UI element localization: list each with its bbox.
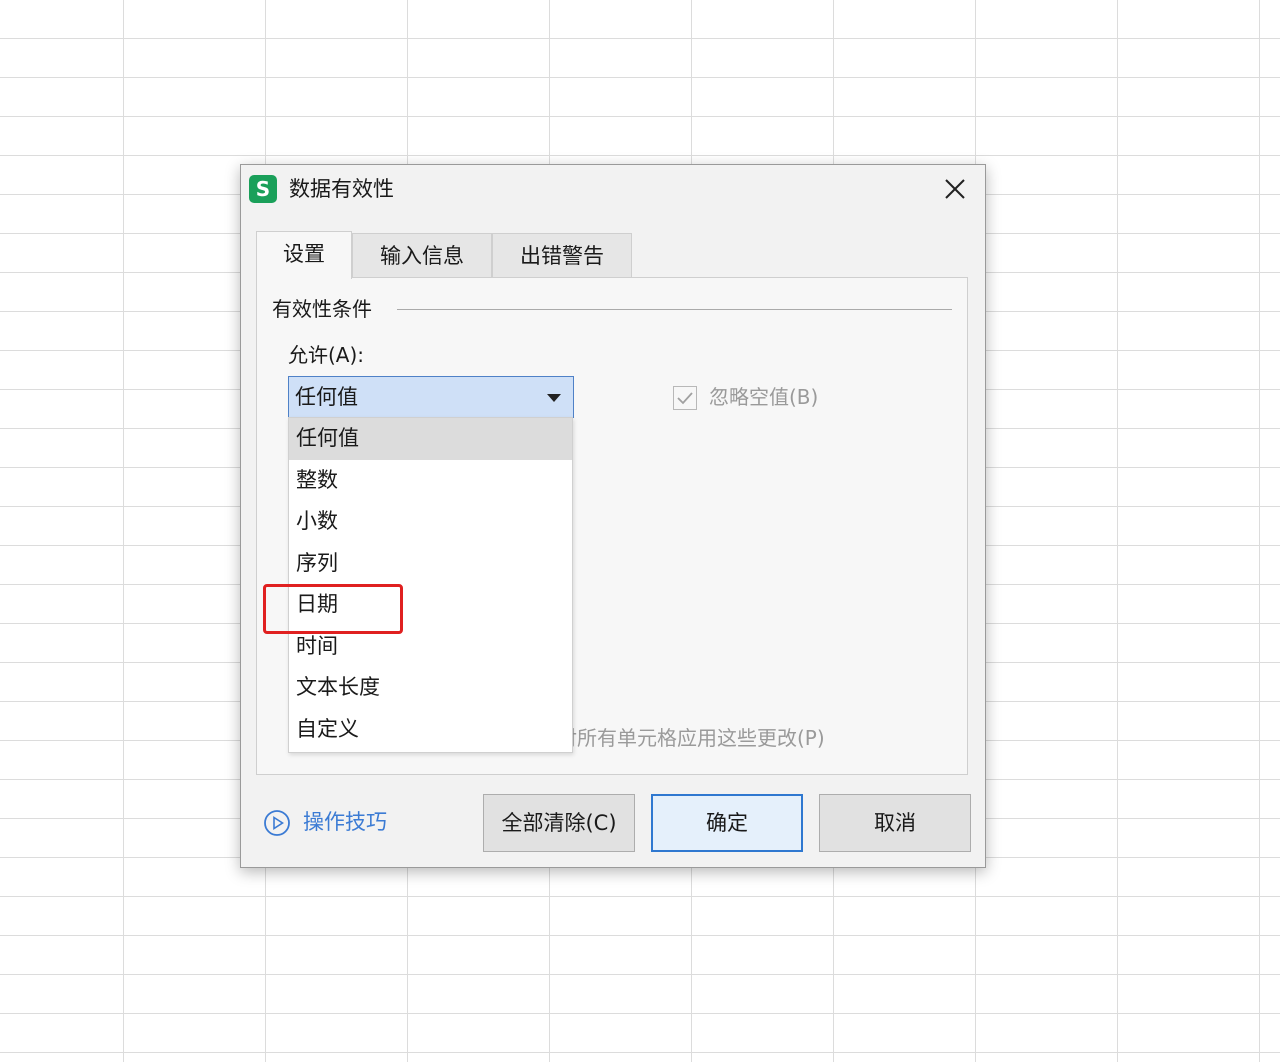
data-validation-dialog: S 数据有效性 设置 输入信息 出错警告 有效性条件 允许(A): 任何值 忽略… bbox=[240, 164, 986, 868]
dialog-titlebar: S 数据有效性 bbox=[241, 165, 985, 215]
cancel-button[interactable]: 取消 bbox=[819, 794, 971, 852]
dropdown-item-any-value[interactable]: 任何值 bbox=[289, 418, 572, 460]
allow-label: 允许(A): bbox=[288, 343, 365, 367]
dropdown-item-list[interactable]: 序列 bbox=[289, 543, 572, 585]
apply-all-label: 对所有单元格应用这些更改(P) bbox=[557, 726, 825, 750]
close-icon bbox=[945, 179, 965, 199]
date-option-highlight bbox=[263, 584, 403, 634]
validation-criteria-label: 有效性条件 bbox=[272, 297, 372, 321]
dropdown-item-whole-number[interactable]: 整数 bbox=[289, 460, 572, 502]
clear-all-button[interactable]: 全部清除(C) bbox=[483, 794, 635, 852]
app-logo-icon: S bbox=[249, 175, 277, 203]
dialog-title: 数据有效性 bbox=[289, 177, 394, 201]
group-divider bbox=[397, 309, 952, 310]
tab-error-alert[interactable]: 出错警告 bbox=[492, 233, 632, 277]
tab-input-message[interactable]: 输入信息 bbox=[352, 233, 492, 277]
ignore-blank-checkbox[interactable] bbox=[673, 386, 697, 410]
dropdown-item-custom[interactable]: 自定义 bbox=[289, 709, 572, 751]
tab-settings[interactable]: 设置 bbox=[256, 231, 352, 279]
checkmark-icon bbox=[677, 392, 693, 405]
allow-select[interactable]: 任何值 bbox=[288, 376, 574, 418]
tips-label: 操作技巧 bbox=[303, 810, 387, 834]
ok-button[interactable]: 确定 bbox=[651, 794, 803, 852]
dropdown-item-text-length[interactable]: 文本长度 bbox=[289, 667, 572, 709]
play-circle-icon bbox=[264, 810, 290, 836]
allow-select-value: 任何值 bbox=[295, 385, 358, 409]
ignore-blank-label: 忽略空值(B) bbox=[709, 385, 819, 409]
chevron-down-icon bbox=[547, 394, 561, 402]
dropdown-item-decimal[interactable]: 小数 bbox=[289, 501, 572, 543]
close-button[interactable] bbox=[939, 173, 971, 205]
